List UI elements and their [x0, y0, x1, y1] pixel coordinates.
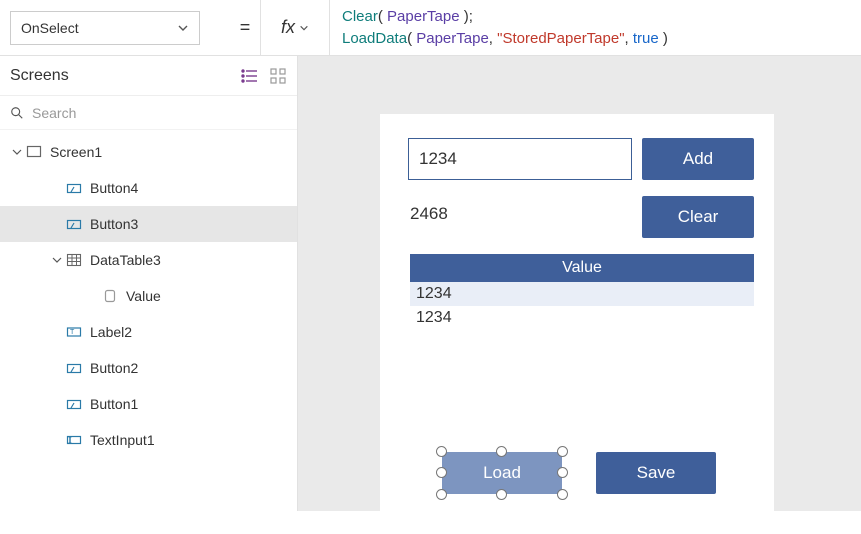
tree-node-screen1[interactable]: Screen1 [0, 134, 297, 170]
search-placeholder: Search [32, 105, 76, 121]
resize-handle-tl[interactable] [436, 446, 447, 457]
screen-preview: 1234 Add Clear 2468 Value 12341234 Load … [380, 114, 774, 534]
tree-node-datatable3[interactable]: DataTable3 [0, 242, 297, 278]
tree-node-button1[interactable]: Button1 [0, 386, 297, 422]
resize-handle-tr[interactable] [557, 446, 568, 457]
resize-handle-bc[interactable] [496, 489, 507, 500]
property-selector-wrap: OnSelect [0, 0, 230, 55]
screen-icon [24, 144, 44, 160]
node-label: Label2 [90, 324, 132, 340]
resize-handle-tc[interactable] [496, 446, 507, 457]
table-header: Value [410, 254, 754, 282]
node-label: DataTable3 [90, 252, 161, 268]
label-icon: T [64, 324, 84, 340]
formula-bar: OnSelect = fx Clear( PaperTape );LoadDat… [0, 0, 861, 56]
tree-search[interactable]: Search [0, 96, 297, 130]
text-input-value: 1234 [419, 149, 457, 169]
tree-title: Screens [10, 67, 69, 85]
node-label: Button4 [90, 180, 138, 196]
node-label: Button2 [90, 360, 138, 376]
clear-button[interactable]: Clear [642, 196, 754, 238]
property-name: OnSelect [21, 20, 79, 36]
textinput-icon [64, 432, 84, 448]
node-label: Button3 [90, 216, 138, 232]
node-label: Button1 [90, 396, 138, 412]
search-icon [10, 106, 24, 120]
table-icon [64, 252, 84, 268]
button-icon [64, 360, 84, 376]
text-input[interactable]: 1234 [408, 138, 632, 180]
svg-text:T: T [70, 329, 75, 336]
button-icon [64, 180, 84, 196]
tree-node-textinput1[interactable]: TextInput1 [0, 422, 297, 458]
save-button[interactable]: Save [596, 452, 716, 494]
equals-label: = [230, 0, 260, 55]
data-table[interactable]: Value 12341234 [410, 254, 754, 330]
tree-list: Screen1 Button4 Button3 DataTable3 Value T Lab… [0, 130, 297, 511]
button-icon [64, 396, 84, 412]
formula-input[interactable]: Clear( PaperTape );LoadData( PaperTape, … [330, 0, 861, 55]
caret-icon[interactable] [10, 147, 24, 157]
tree-node-button3[interactable]: Button3 [0, 206, 297, 242]
list-view-icon[interactable] [241, 67, 259, 85]
load-button[interactable]: Load [442, 452, 562, 494]
main-area: Screens Search Screen1 Button4 Button3 Data… [0, 56, 861, 511]
resize-handle-bl[interactable] [436, 489, 447, 500]
fx-button[interactable]: fx [260, 0, 330, 55]
node-label: Screen1 [50, 144, 102, 160]
node-label: TextInput1 [90, 432, 155, 448]
chevron-down-icon [299, 23, 309, 33]
property-selector[interactable]: OnSelect [10, 11, 200, 45]
sum-label: 2468 [410, 204, 448, 224]
tree-panel: Screens Search Screen1 Button4 Button3 Data… [0, 56, 298, 511]
tree-header: Screens [0, 56, 297, 96]
button-icon [64, 216, 84, 232]
column-icon [100, 288, 120, 304]
grid-view-icon[interactable] [269, 67, 287, 85]
fx-icon: fx [281, 17, 295, 38]
resize-handle-ml[interactable] [436, 467, 447, 478]
table-row[interactable]: 1234 [410, 306, 754, 330]
tree-node-value[interactable]: Value [0, 278, 297, 314]
tree-node-label2[interactable]: T Label2 [0, 314, 297, 350]
add-button[interactable]: Add [642, 138, 754, 180]
resize-handle-br[interactable] [557, 489, 568, 500]
tree-node-button4[interactable]: Button4 [0, 170, 297, 206]
tree-node-button2[interactable]: Button2 [0, 350, 297, 386]
table-row[interactable]: 1234 [410, 282, 754, 306]
node-label: Value [126, 288, 161, 304]
resize-handle-mr[interactable] [557, 467, 568, 478]
canvas[interactable]: 1234 Add Clear 2468 Value 12341234 Load … [298, 56, 861, 511]
chevron-down-icon [177, 22, 189, 34]
caret-icon[interactable] [50, 255, 64, 265]
tree-view-toggle [241, 67, 287, 85]
